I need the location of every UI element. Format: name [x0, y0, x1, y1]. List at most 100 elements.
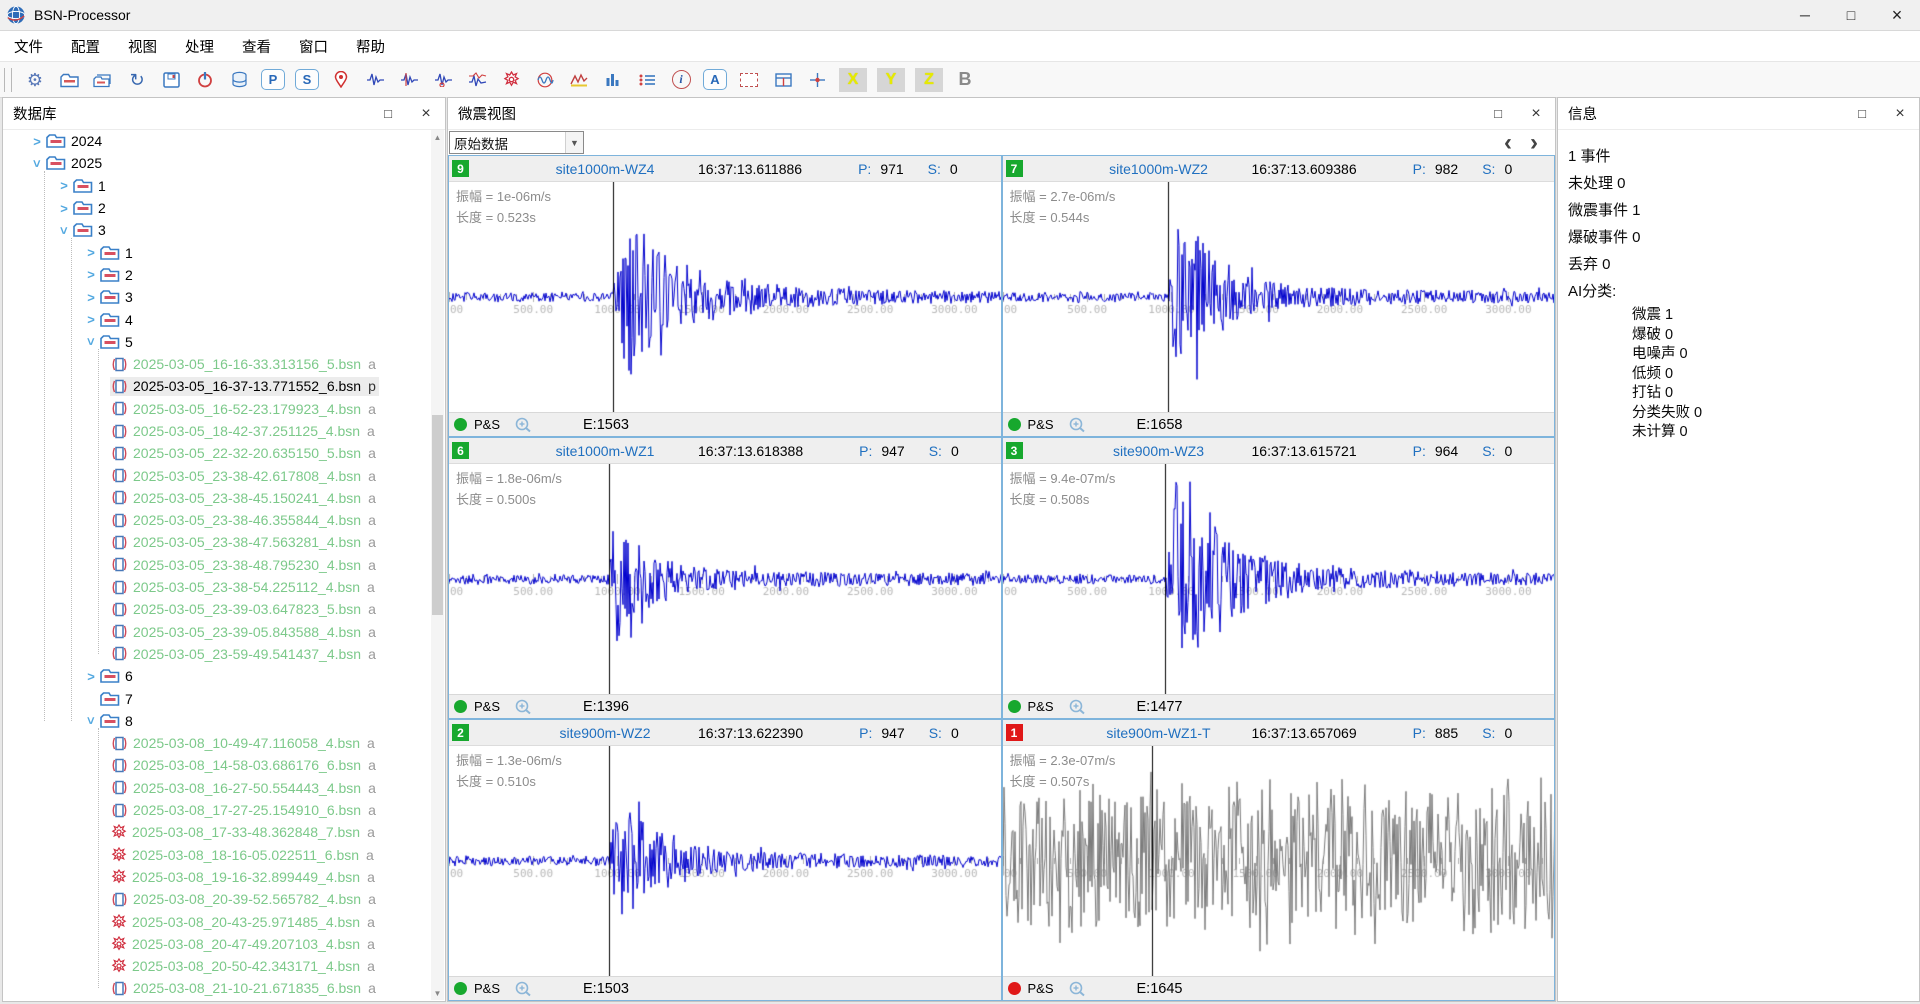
tree-file[interactable]: 2025-03-05_23-38-48.795230_4.bsna	[3, 554, 431, 576]
waveform-plot[interactable]: 振幅 = 1e-06m/s长度 = 0.523s	[449, 182, 1001, 412]
chevron-collapsed-icon[interactable]: >	[56, 178, 72, 193]
database-close-button[interactable]: ×	[407, 98, 445, 129]
ps-toggle[interactable]: P&S	[474, 699, 500, 714]
tree-file[interactable]: 2025-03-08_20-50-42.343171_4.bsna	[3, 955, 431, 977]
s-phase-button[interactable]: S	[295, 67, 319, 93]
x-component-button[interactable]: X	[839, 68, 867, 92]
microseismic-maximize-button[interactable]: □	[1479, 98, 1517, 129]
tree-file[interactable]: 2025-03-05_23-38-54.225112_4.bsna	[3, 576, 431, 598]
tree-file[interactable]: 2025-03-05_23-39-03.647823_5.bsna	[3, 598, 431, 620]
tree-file[interactable]: 2025-03-08_16-27-50.554443_4.bsna	[3, 777, 431, 799]
tree-file[interactable]: 2025-03-08_17-33-48.362848_7.bsna	[3, 821, 431, 843]
tree-file[interactable]: 2025-03-05_23-38-45.150241_4.bsna	[3, 487, 431, 509]
tree-file[interactable]: 2025-03-05_23-59-49.541437_4.bsna	[3, 643, 431, 665]
prev-event-button[interactable]: ‹	[1495, 131, 1521, 155]
menu-item-3[interactable]: 视图	[114, 31, 171, 61]
tree-file[interactable]: 2025-03-08_14-58-03.686176_6.bsna	[3, 754, 431, 776]
tree-folder-3[interactable]: >3	[3, 286, 431, 308]
info-icon[interactable]: i	[669, 67, 693, 93]
chevron-collapsed-icon[interactable]: >	[83, 312, 99, 327]
close-button[interactable]: ×	[1874, 0, 1920, 30]
chevron-collapsed-icon[interactable]: >	[83, 669, 99, 684]
tree-file[interactable]: 2025-03-08_20-43-25.971485_4.bsna	[3, 910, 431, 932]
tree-folder-7[interactable]: 7	[3, 687, 431, 709]
z-component-button[interactable]: Z	[915, 68, 943, 92]
tree-folder-2024[interactable]: >2024	[3, 130, 431, 152]
database-icon[interactable]	[227, 67, 251, 93]
tree-file[interactable]: 2025-03-05_23-39-05.843588_4.bsna	[3, 621, 431, 643]
minimize-button[interactable]: ─	[1782, 0, 1828, 30]
chevron-expanded-icon[interactable]: >	[30, 155, 45, 171]
scroll-up-icon[interactable]: ▲	[431, 130, 444, 144]
new-folder-icon[interactable]	[57, 67, 81, 93]
tree-file[interactable]: 2025-03-05_23-38-42.617808_4.bsna	[3, 464, 431, 486]
ps-toggle[interactable]: P&S	[1028, 699, 1054, 714]
waveform-filter-icon[interactable]	[465, 67, 489, 93]
ps-toggle[interactable]: P&S	[474, 417, 500, 432]
tree-folder-4[interactable]: >4	[3, 308, 431, 330]
power-icon[interactable]	[193, 67, 217, 93]
chevron-expanded-icon[interactable]: >	[84, 334, 99, 350]
tree-folder-1[interactable]: >1	[3, 175, 431, 197]
histogram-icon[interactable]	[601, 67, 625, 93]
menu-item-6[interactable]: 窗口	[285, 31, 342, 61]
chevron-expanded-icon[interactable]: >	[57, 222, 72, 238]
tree-file[interactable]: 2025-03-08_20-47-49.207103_4.bsna	[3, 933, 431, 955]
tree-folder-6[interactable]: >6	[3, 665, 431, 687]
tree-file[interactable]: 2025-03-05_18-42-37.251125_4.bsna	[3, 420, 431, 442]
y-component-button[interactable]: Y	[877, 68, 905, 92]
menu-item-5[interactable]: 查看	[228, 31, 285, 61]
waveform-plot[interactable]: 振幅 = 9.4e-07m/s长度 = 0.508s	[1003, 464, 1555, 694]
save-icon[interactable]	[159, 67, 183, 93]
settings-icon[interactable]: ⚙	[23, 67, 47, 93]
tree-file[interactable]: 2025-03-08_10-49-47.116058_4.bsna	[3, 732, 431, 754]
spectrum-icon[interactable]	[567, 67, 591, 93]
data-type-dropdown[interactable]: 原始数据 ▼	[449, 131, 584, 154]
tree-file[interactable]: 2025-03-08_21-10-21.671835_6.bsna	[3, 977, 431, 999]
event-list-icon[interactable]	[635, 67, 659, 93]
zoom-in-icon[interactable]	[1068, 698, 1087, 716]
chevron-collapsed-icon[interactable]: >	[83, 245, 99, 260]
tree-folder-2025[interactable]: >2025	[3, 152, 431, 174]
blast-icon[interactable]	[499, 67, 523, 93]
tree-file[interactable]: 2025-03-05_23-38-46.355844_4.bsna	[3, 509, 431, 531]
toolbar-grip[interactable]	[4, 68, 12, 92]
tree-file[interactable]: 2025-03-05_16-16-33.313156_5.bsna	[3, 353, 431, 375]
tree-folder-8[interactable]: >8	[3, 710, 431, 732]
tree-folder-5[interactable]: >5	[3, 331, 431, 353]
annotation-icon[interactable]: A	[703, 67, 727, 93]
waveform-plot[interactable]: 振幅 = 1.8e-06m/s长度 = 0.500s	[449, 464, 1001, 694]
chevron-collapsed-icon[interactable]: >	[29, 134, 45, 149]
zoom-in-icon[interactable]	[1068, 980, 1087, 998]
menu-item-4[interactable]: 处理	[171, 31, 228, 61]
info-close-button[interactable]: ×	[1881, 98, 1919, 129]
ps-toggle[interactable]: P&S	[1028, 417, 1054, 432]
tree-file[interactable]: 2025-03-08_20-39-52.565782_4.bsna	[3, 888, 431, 910]
ps-toggle[interactable]: P&S	[1028, 981, 1054, 996]
waveform-plot[interactable]: 振幅 = 1.3e-06m/s长度 = 0.510s	[449, 746, 1001, 976]
menu-item-2[interactable]: 配置	[57, 31, 114, 61]
window-layout-icon[interactable]	[771, 67, 795, 93]
refresh-icon[interactable]: ↻	[125, 67, 149, 93]
maximize-button[interactable]: □	[1828, 0, 1874, 30]
zoom-in-icon[interactable]	[514, 698, 533, 716]
scroll-down-icon[interactable]: ▼	[431, 986, 444, 1000]
menu-item-7[interactable]: 帮助	[342, 31, 399, 61]
waveform-plot[interactable]: 振幅 = 2.7e-06m/s长度 = 0.544s	[1003, 182, 1555, 412]
waveform-cut-icon[interactable]	[397, 67, 421, 93]
tree-file[interactable]: 2025-03-08_18-16-05.022511_6.bsna	[3, 844, 431, 866]
zoom-in-icon[interactable]	[514, 980, 533, 998]
waveform-amplitude-icon[interactable]	[431, 67, 455, 93]
crosshair-icon[interactable]	[805, 67, 829, 93]
tree-scrollbar[interactable]: ▲ ▼	[431, 130, 444, 1000]
database-maximize-button[interactable]: □	[369, 98, 407, 129]
tree-file[interactable]: 2025-03-08_19-16-32.899449_4.bsna	[3, 866, 431, 888]
chevron-collapsed-icon[interactable]: >	[83, 290, 99, 305]
tree-folder-2[interactable]: >2	[3, 197, 431, 219]
tree-file[interactable]: 2025-03-08_17-27-25.154910_6.bsna	[3, 799, 431, 821]
scrollbar-thumb[interactable]	[432, 415, 443, 615]
zoom-in-icon[interactable]	[514, 416, 533, 434]
waveform-pick-icon[interactable]	[363, 67, 387, 93]
menu-item-1[interactable]: 文件	[0, 31, 57, 61]
microseismic-close-button[interactable]: ×	[1517, 98, 1555, 129]
